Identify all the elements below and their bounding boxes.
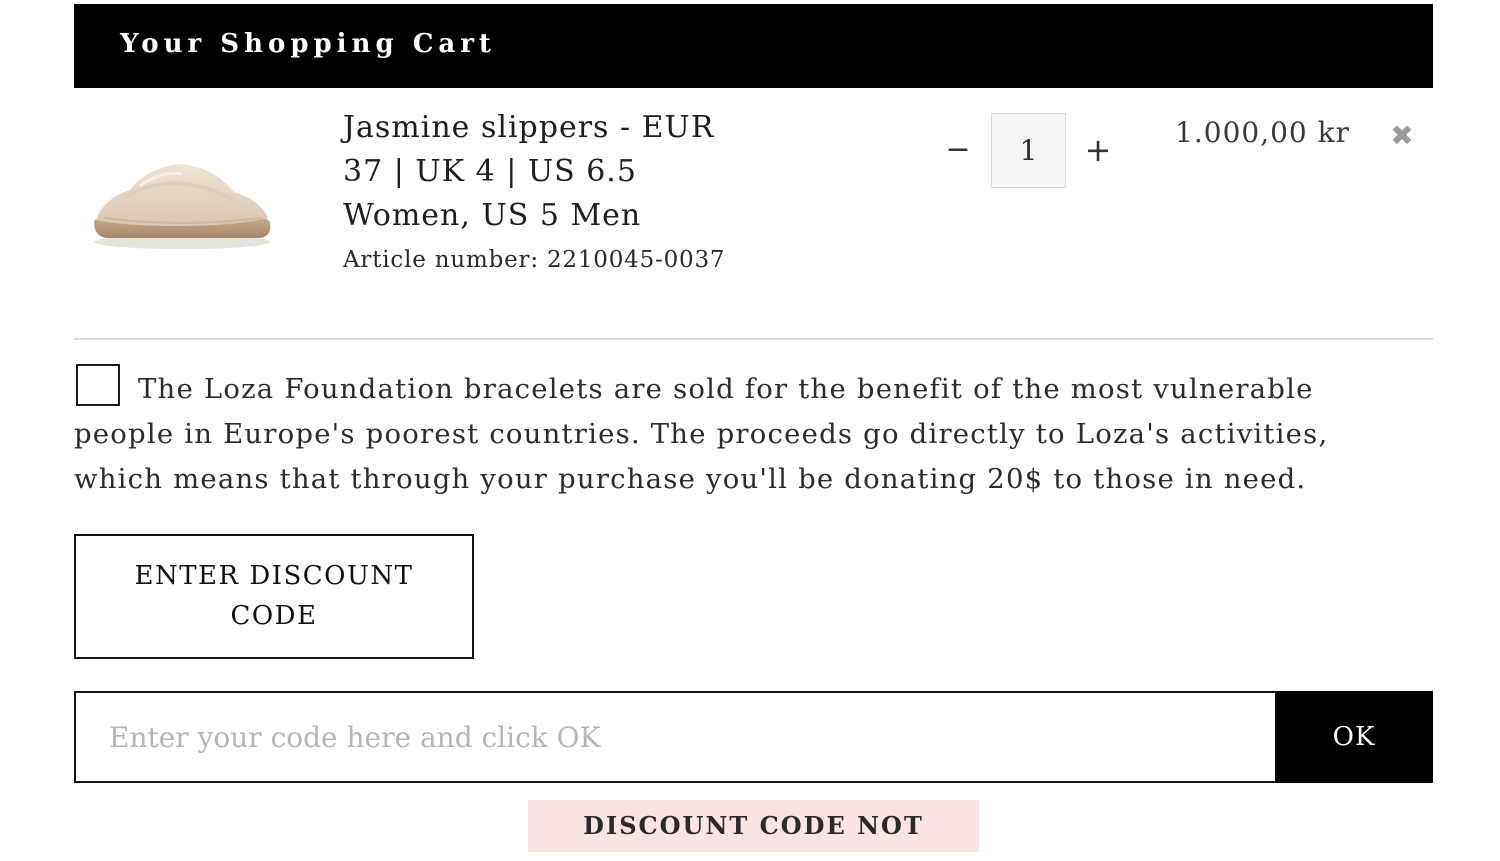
slipper-image-icon [94,164,271,249]
donation-checkbox[interactable] [76,364,120,406]
divider [74,338,1433,340]
quantity-increase-button[interactable]: + [1080,128,1116,172]
quantity-decrease-button[interactable]: − [940,128,976,172]
donation-option: The Loza Foundation bracelets are sold f… [74,364,1414,502]
article-number: Article number: 2210045-0037 [343,247,726,273]
discount-code-input[interactable] [74,691,1276,783]
discount-ok-button[interactable]: OK [1275,691,1433,783]
product-image[interactable] [84,140,280,260]
cart-title: Your Shopping Cart [120,29,496,59]
quantity-input[interactable] [991,113,1066,188]
shopping-cart-page: Your Shopping Cart Jasmine slippers - EU… [0,0,1500,861]
item-price: 1.000,00 kr [1175,116,1350,149]
donation-text: The Loza Foundation bracelets are sold f… [74,373,1329,495]
remove-item-icon[interactable]: ✖ [1387,118,1417,154]
cart-header: Your Shopping Cart [74,4,1433,88]
discount-error-message: DISCOUNT CODE NOT FOUND. [528,800,979,852]
product-name[interactable]: Jasmine slippers - EUR 37 | UK 4 | US 6.… [343,106,743,238]
enter-discount-code-button[interactable]: ENTER DISCOUNT CODE [74,534,474,659]
